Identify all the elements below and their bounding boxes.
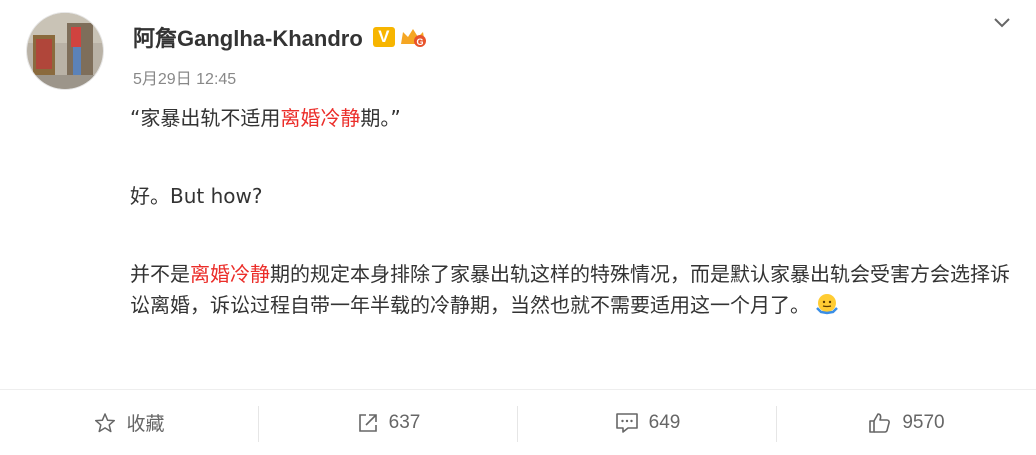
topic-link[interactable]: 离婚冷静 bbox=[280, 106, 360, 130]
post-content: “家暴出轨不适用离婚冷静期。” 好。But how? 并不是离婚冷静期的规定本身… bbox=[130, 103, 1010, 321]
author-row: 阿詹Ganglha-Khandro V G bbox=[133, 23, 427, 51]
topic-link[interactable]: 离婚冷静 bbox=[190, 262, 270, 286]
text-span: “家暴出轨不适用 bbox=[130, 106, 281, 130]
comment-icon bbox=[615, 412, 638, 433]
favorite-button[interactable]: 收藏 bbox=[0, 390, 259, 455]
paragraph-3: 并不是离婚冷静期的规定本身排除了家暴出轨这样的特殊情况，而是默认家暴出轨会受害方… bbox=[130, 259, 1010, 321]
paragraph-2: 好。But how? bbox=[130, 184, 263, 208]
thumbs-up-icon bbox=[869, 412, 891, 433]
shrug-emoji-icon bbox=[816, 294, 838, 315]
action-bar: 收藏 637 649 9570 bbox=[0, 390, 1036, 455]
username[interactable]: 阿詹Ganglha-Khandro bbox=[133, 21, 363, 53]
like-count: 9570 bbox=[902, 411, 945, 433]
repost-button[interactable]: 637 bbox=[259, 390, 518, 455]
crown-badge-icon: G bbox=[400, 29, 426, 47]
repost-count: 637 bbox=[388, 411, 421, 433]
repost-icon bbox=[358, 413, 377, 432]
like-button[interactable]: 9570 bbox=[777, 390, 1036, 455]
post-timestamp[interactable]: 5月29日 12:45 bbox=[133, 65, 236, 89]
paragraph-1: “家暴出轨不适用离婚冷静期。” bbox=[130, 103, 1010, 134]
verified-v-badge: V bbox=[372, 27, 395, 47]
chevron-down-icon[interactable] bbox=[992, 15, 1012, 31]
comment-button[interactable]: 649 bbox=[518, 390, 777, 455]
avatar[interactable] bbox=[26, 12, 104, 90]
text-span: 期。” bbox=[360, 106, 401, 130]
text-span: 并不是 bbox=[130, 262, 190, 286]
star-icon bbox=[95, 412, 116, 432]
comment-count: 649 bbox=[648, 411, 681, 433]
favorite-label: 收藏 bbox=[126, 414, 165, 435]
svg-text:G: G bbox=[416, 37, 423, 47]
